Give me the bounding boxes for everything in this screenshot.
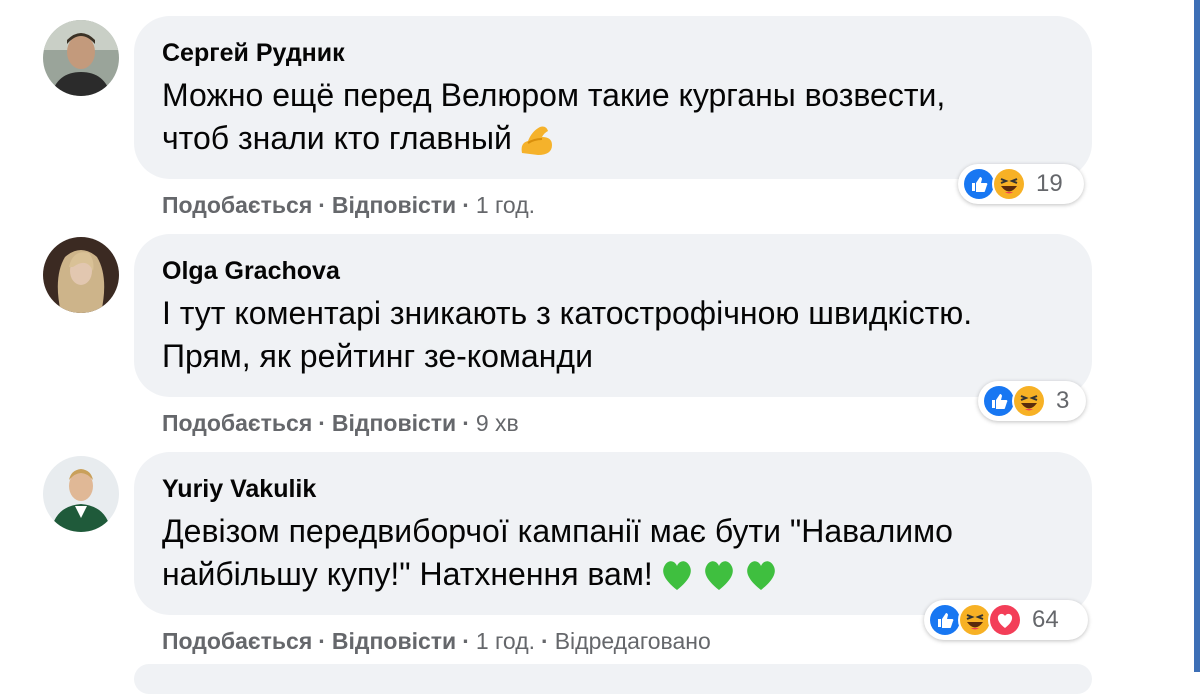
flexed-biceps-icon	[518, 123, 556, 168]
reactions-summary[interactable]: 19	[958, 164, 1084, 204]
haha-icon	[992, 167, 1026, 201]
next-comment-bubble	[134, 664, 1092, 694]
haha-icon	[1012, 384, 1046, 418]
reaction-count[interactable]: 3	[1056, 387, 1069, 415]
comment-author[interactable]: Сергей Рудник	[162, 38, 1066, 68]
edited-label[interactable]: Відредаговано	[555, 628, 711, 654]
comment-timestamp[interactable]: 1 год.	[476, 628, 535, 654]
separator-dot: ·	[318, 410, 326, 436]
reaction-count[interactable]: 64	[1032, 606, 1059, 634]
like-button[interactable]: Подобається	[162, 628, 312, 654]
reactions-summary[interactable]: 3	[978, 381, 1086, 421]
comment-bubble: Сергей Рудник Можно ещё перед Велюром та…	[134, 16, 1092, 179]
comment-actions: Подобається · Відповісти · 1 год. · Відредагов…	[162, 626, 711, 656]
green-heart-icon	[659, 557, 783, 604]
comment-author[interactable]: Olga Grachova	[162, 256, 1066, 286]
avatar[interactable]	[43, 20, 119, 96]
avatar[interactable]	[43, 456, 119, 532]
like-icon	[962, 167, 996, 201]
reactions-summary[interactable]: 64	[924, 600, 1088, 640]
comment-text-line-1: І тут коментарі зникають з катострофічно…	[162, 295, 973, 331]
haha-icon	[958, 603, 992, 637]
comment-bubble: Yuriy Vakulik Девізом передвиборчої камп…	[134, 452, 1092, 615]
comment-actions: Подобається · Відповісти · 9 хв	[162, 408, 519, 438]
window-frame-edge	[1194, 0, 1200, 672]
comment-text: чтоб знали кто главный	[162, 120, 512, 156]
comment-text-line-1: Можно ещё перед Велюром такие курганы во…	[162, 77, 946, 113]
like-button[interactable]: Подобається	[162, 410, 312, 436]
love-icon	[988, 603, 1022, 637]
like-button[interactable]: Подобається	[162, 192, 312, 218]
avatar[interactable]	[43, 237, 119, 313]
comment-bubble: Olga Grachova І тут коментарі зникають з…	[134, 234, 1092, 397]
like-icon	[982, 384, 1016, 418]
comment-text-line-2: найбільшу купу!" Натхнення вам!	[162, 553, 1066, 604]
comment-text: найбільшу купу!" Натхнення вам!	[162, 556, 653, 592]
comment-text-line-1: Девізом передвиборчої кампанії має бути …	[162, 513, 953, 549]
separator-dot: ·	[462, 628, 470, 654]
like-icon	[928, 603, 962, 637]
separator-dot: ·	[462, 192, 470, 218]
separator-dot: ·	[541, 628, 549, 654]
separator-dot: ·	[318, 628, 326, 654]
comment-author[interactable]: Yuriy Vakulik	[162, 474, 1066, 504]
separator-dot: ·	[318, 192, 326, 218]
comment-timestamp[interactable]: 1 год.	[476, 192, 535, 218]
reply-button[interactable]: Відповісти	[332, 410, 456, 436]
comment-text-line-2: Прям, як рейтинг зе-команди	[162, 338, 593, 374]
reaction-count[interactable]: 19	[1036, 170, 1063, 198]
reply-button[interactable]: Відповісти	[332, 628, 456, 654]
separator-dot: ·	[462, 410, 470, 436]
comment-actions: Подобається · Відповісти · 1 год.	[162, 190, 535, 220]
comment-timestamp[interactable]: 9 хв	[476, 410, 519, 436]
comment-text-line-2: чтоб знали кто главный	[162, 117, 1066, 168]
reply-button[interactable]: Відповісти	[332, 192, 456, 218]
